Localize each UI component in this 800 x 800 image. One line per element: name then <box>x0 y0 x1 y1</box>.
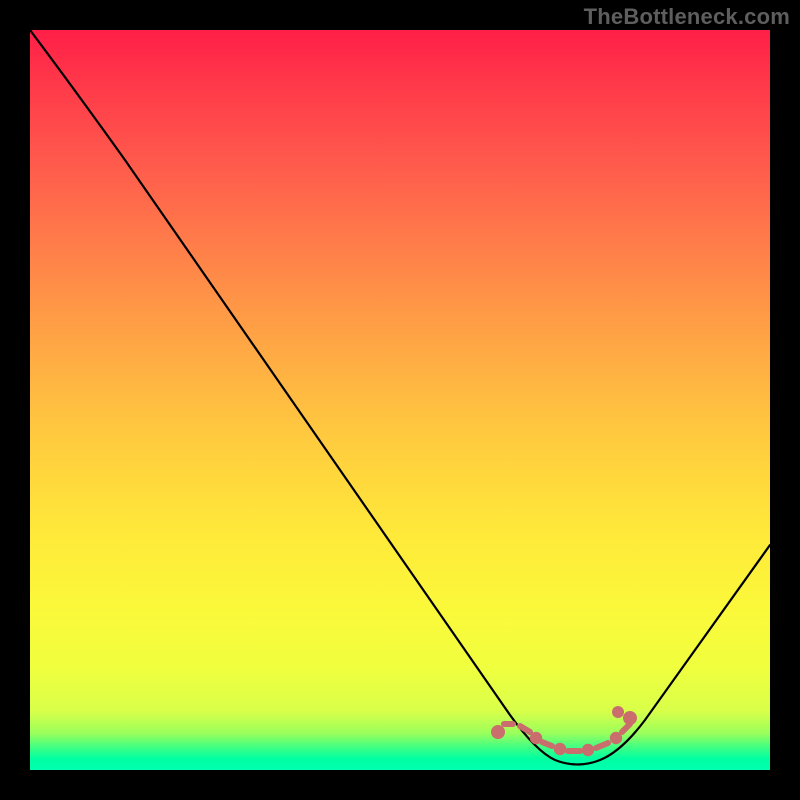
dashed-segment <box>494 709 634 753</box>
watermark-text: TheBottleneck.com <box>584 4 790 30</box>
plot-area <box>30 30 770 770</box>
chart-svg <box>30 30 770 770</box>
chart-container: TheBottleneck.com <box>0 0 800 800</box>
main-curve <box>30 30 770 765</box>
